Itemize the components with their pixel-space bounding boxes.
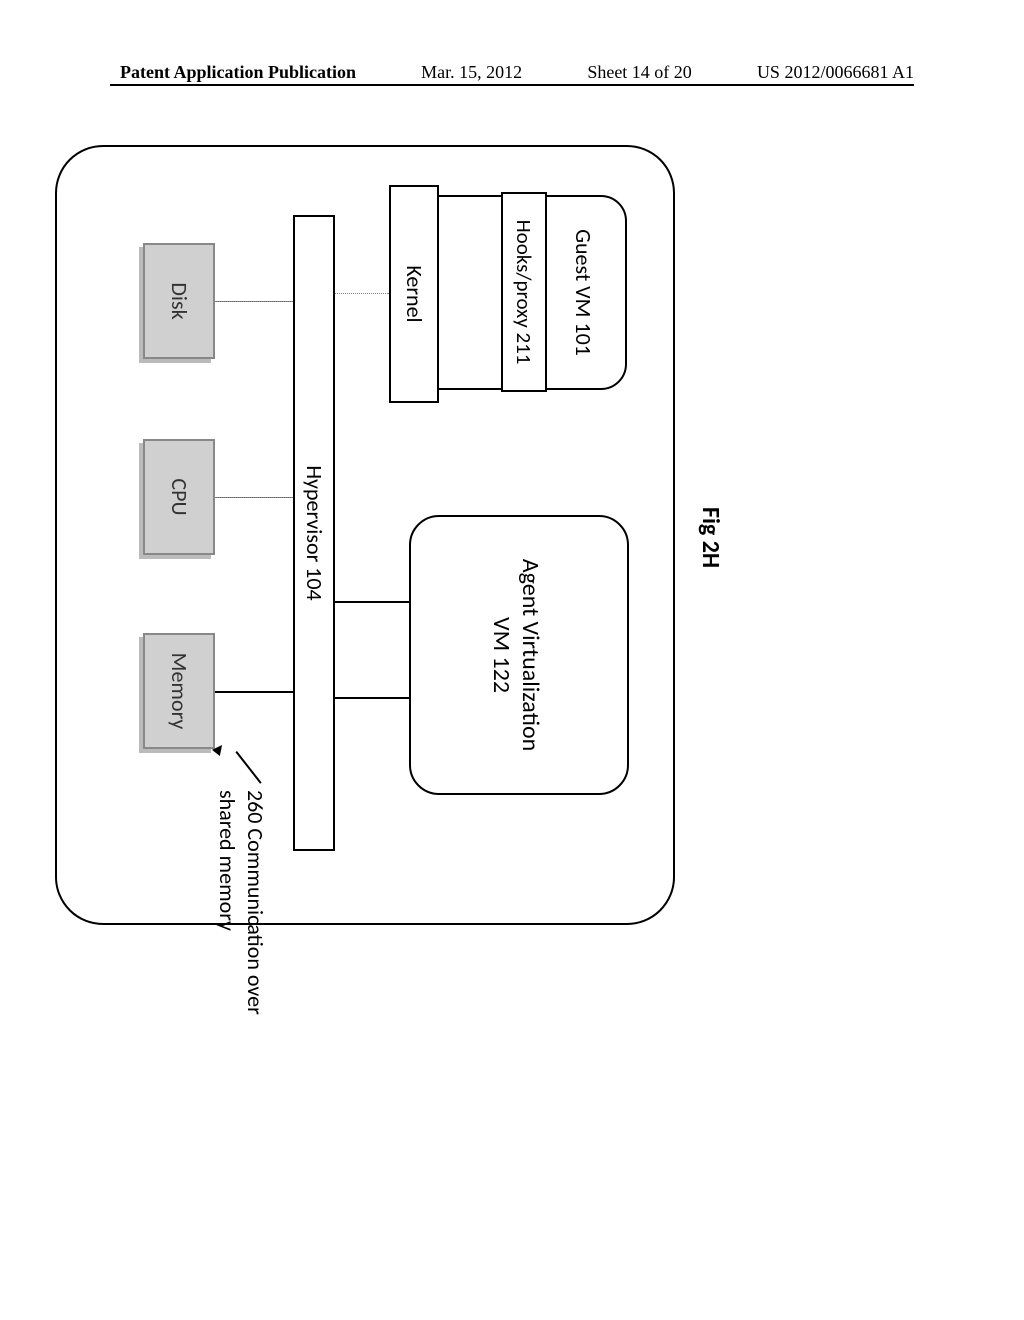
connector-agent-hypervisor-2 <box>335 697 409 699</box>
agent-vm-label-2: VM 122 <box>487 517 516 793</box>
connector-hypervisor-memory <box>215 691 293 693</box>
disk-box: Disk <box>143 243 215 359</box>
agent-vm-box: Agent Virtualization VM 122 <box>409 515 629 795</box>
agent-vm-label-1: Agent Virtualization <box>516 517 545 793</box>
pub-number: US 2012/0066681 A1 <box>757 62 914 83</box>
connector-kernel-hypervisor <box>335 293 389 294</box>
memory-box: Memory <box>143 633 215 749</box>
figure-2h-wrap: Fig 2H Guest VM 101 Hooks/proxy 211 Kern… <box>0 150 900 930</box>
hooks-proxy-box: Hooks/proxy 211 <box>501 192 547 392</box>
figure-2h: Fig 2H Guest VM 101 Hooks/proxy 211 Kern… <box>0 25 775 1055</box>
figure-title: Fig 2H <box>696 507 725 568</box>
connector-hypervisor-cpu <box>215 497 293 498</box>
cpu-box: CPU <box>143 439 215 555</box>
annotation-260: 260 Communication over shared memory <box>214 790 269 1015</box>
connector-agent-hypervisor-1 <box>335 601 409 603</box>
connector-hypervisor-disk <box>215 301 293 302</box>
annotation-line1: 260 Communication over <box>242 790 270 1015</box>
guest-vm-label: Guest VM 101 <box>570 197 597 388</box>
hypervisor-box: Hypervisor 104 <box>293 215 335 851</box>
kernel-box: Kernel <box>389 185 439 403</box>
annotation-line2: shared memory <box>214 790 242 1015</box>
